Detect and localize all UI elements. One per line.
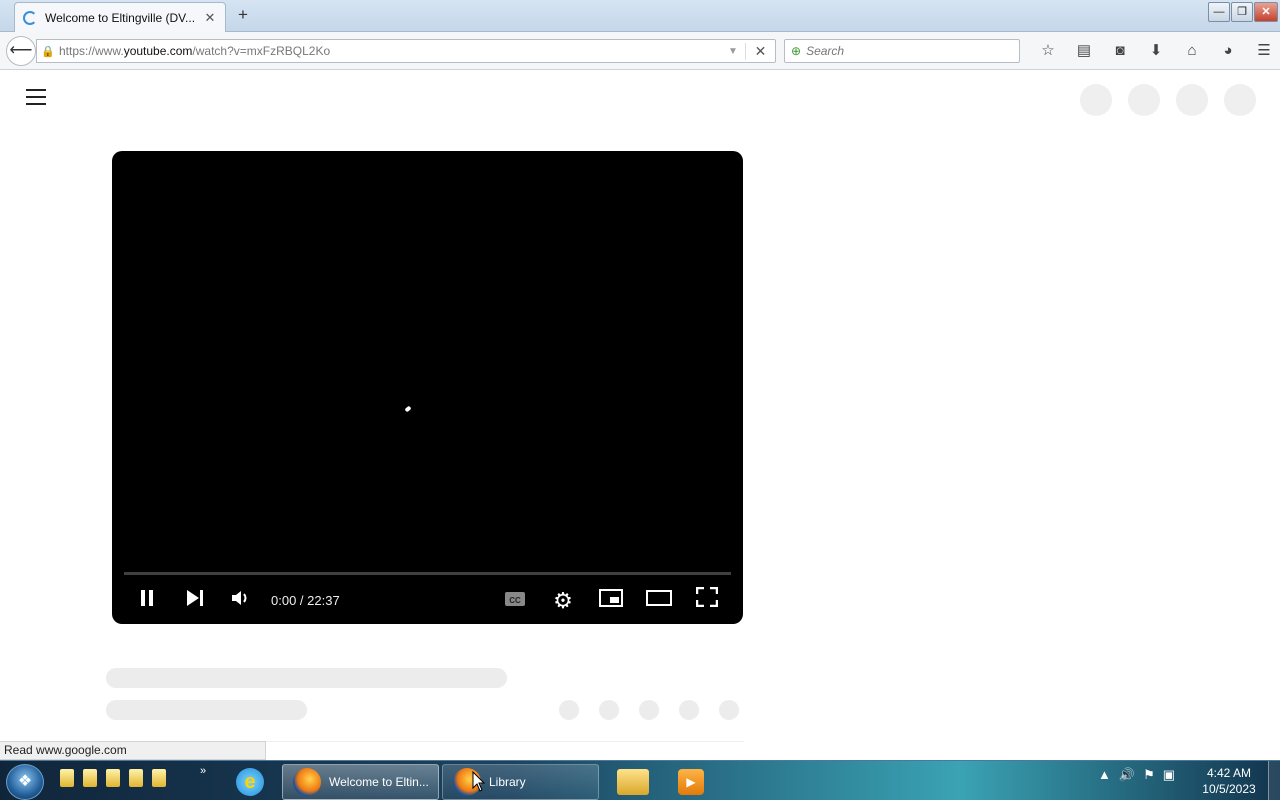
captions-button[interactable]: CC — [502, 583, 528, 619]
svg-text:CC: CC — [509, 596, 521, 605]
pocket-icon[interactable]: ◙ — [1102, 39, 1138, 63]
action-center-icon[interactable]: ⚑ — [1143, 767, 1155, 783]
action-placeholder — [559, 700, 579, 720]
theater-icon — [646, 590, 672, 606]
placeholder-circle — [1224, 84, 1256, 116]
download-icon[interactable]: ⬇ — [1138, 39, 1174, 63]
menu-icon[interactable]: ☰ — [1246, 39, 1280, 63]
internet-explorer-button[interactable]: e — [228, 764, 272, 800]
taskbar: ❖ » e Welcome to Eltin... Library ▶ ▲ 🔊 … — [0, 760, 1280, 801]
arrow-left-icon: ⟵ — [9, 42, 33, 59]
quicklaunch-folder-icon[interactable] — [83, 769, 97, 787]
reading-list-icon[interactable]: ▤ — [1066, 39, 1102, 63]
window-controls: — ❐ ✕ — [1208, 2, 1278, 22]
minimize-button[interactable]: — — [1208, 2, 1230, 22]
show-desktop-button[interactable] — [1268, 761, 1280, 801]
close-window-button[interactable]: ✕ — [1254, 2, 1278, 22]
action-placeholder — [679, 700, 699, 720]
video-player[interactable]: 0:00 / 22:37 CC ⚙ — [112, 151, 743, 624]
taskbar-item-label: Library — [489, 775, 526, 789]
fullscreen-button[interactable] — [694, 583, 720, 619]
progress-bar[interactable] — [124, 572, 731, 575]
folder-icon — [617, 769, 649, 795]
channel-placeholder — [106, 700, 307, 720]
pause-button[interactable] — [134, 583, 160, 619]
url-bar[interactable]: 🔒 https://www.youtube.com/watch?v=mxFzRB… — [36, 39, 776, 63]
placeholder-circle — [1080, 84, 1112, 116]
new-tab-button[interactable]: + — [234, 6, 252, 24]
status-bar: Read www.google.com — [0, 741, 266, 760]
media-player-button[interactable]: ▶ — [668, 764, 714, 800]
tab-close-button[interactable]: ✕ — [203, 10, 217, 26]
windows-logo-icon: ❖ — [17, 773, 33, 790]
firefox-icon — [293, 768, 321, 796]
loading-indicator — [404, 405, 412, 413]
header-placeholders — [1080, 84, 1256, 116]
browser-tab-strip: Welcome to Eltingville (DV... ✕ + — ❐ ✕ — [0, 0, 1280, 32]
miniplayer-icon — [599, 589, 623, 607]
back-button[interactable]: ⟵ — [6, 36, 36, 66]
network-icon[interactable]: ▣ — [1163, 767, 1175, 783]
settings-button[interactable]: ⚙ — [550, 583, 576, 619]
mouse-cursor-icon — [472, 771, 486, 792]
next-icon — [187, 590, 203, 606]
chat-icon[interactable]: ◕ — [1210, 39, 1246, 63]
clock-date: 10/5/2023 — [1202, 782, 1256, 796]
quicklaunch-folder-icon[interactable] — [60, 769, 74, 787]
toolbar-icons: ☆ ▤ ◙ ⬇ ⌂ ◕ ☰ — [1030, 39, 1280, 63]
miniplayer-button[interactable] — [598, 583, 624, 619]
action-placeholder — [639, 700, 659, 720]
tab-title: Welcome to Eltingville (DV... — [45, 10, 196, 25]
next-button[interactable] — [182, 583, 208, 619]
search-placeholder: Search — [806, 44, 845, 58]
home-icon[interactable]: ⌂ — [1174, 39, 1210, 63]
guide-menu-button[interactable] — [26, 89, 46, 105]
player-controls: 0:00 / 22:37 CC ⚙ — [112, 583, 743, 619]
placeholder-circle — [1176, 84, 1208, 116]
navigation-toolbar: ⟵ 🔒 https://www.youtube.com/watch?v=mxFz… — [0, 32, 1280, 70]
quicklaunch-more-button[interactable]: » — [200, 765, 206, 777]
search-input[interactable]: ⊕ Search — [784, 39, 1020, 63]
system-tray: ▲ 🔊 ⚑ ▣ — [1098, 767, 1175, 783]
action-placeholder — [719, 700, 739, 720]
quicklaunch-folder-icon[interactable] — [106, 769, 120, 787]
volume-icon[interactable]: 🔊 — [1119, 767, 1135, 783]
url-text[interactable]: https://www.youtube.com/watch?v=mxFzRBQL… — [59, 44, 721, 58]
internet-explorer-icon: e — [236, 768, 264, 796]
file-explorer-button[interactable] — [610, 764, 656, 800]
search-icon: ⊕ — [791, 44, 802, 58]
restore-button[interactable]: ❐ — [1231, 2, 1253, 22]
divider — [266, 741, 744, 742]
quicklaunch-folder-icon[interactable] — [129, 769, 143, 787]
pause-icon — [141, 590, 153, 606]
star-icon[interactable]: ☆ — [1030, 39, 1066, 63]
title-placeholder — [106, 668, 507, 688]
placeholder-circle — [1128, 84, 1160, 116]
clock-time: 4:42 AM — [1206, 766, 1252, 780]
show-hidden-icons-button[interactable]: ▲ — [1098, 767, 1111, 783]
volume-icon — [232, 591, 247, 605]
gear-icon: ⚙ — [553, 588, 573, 613]
quicklaunch-folder-icon[interactable] — [152, 769, 166, 787]
lock-icon: 🔒 — [41, 45, 55, 58]
volume-button[interactable] — [228, 583, 254, 619]
taskbar-item-label: Welcome to Eltin... — [329, 775, 429, 789]
url-dropdown-icon[interactable]: ▼ — [721, 46, 745, 57]
theater-mode-button[interactable] — [646, 583, 672, 619]
fullscreen-icon — [695, 586, 719, 608]
loading-icon — [23, 10, 37, 25]
taskbar-item-library[interactable]: Library — [442, 764, 599, 800]
stop-button[interactable]: ✕ — [745, 42, 775, 60]
captions-icon: CC — [505, 592, 525, 606]
action-placeholder — [599, 700, 619, 720]
clock[interactable]: 4:42 AM 10/5/2023 — [1196, 765, 1262, 797]
browser-tab[interactable]: Welcome to Eltingville (DV... ✕ — [14, 2, 226, 32]
taskbar-item-firefox-welcome[interactable]: Welcome to Eltin... — [282, 764, 439, 800]
time-display: 0:00 / 22:37 — [271, 593, 340, 608]
start-button[interactable]: ❖ — [6, 764, 44, 800]
media-player-icon: ▶ — [678, 769, 704, 795]
